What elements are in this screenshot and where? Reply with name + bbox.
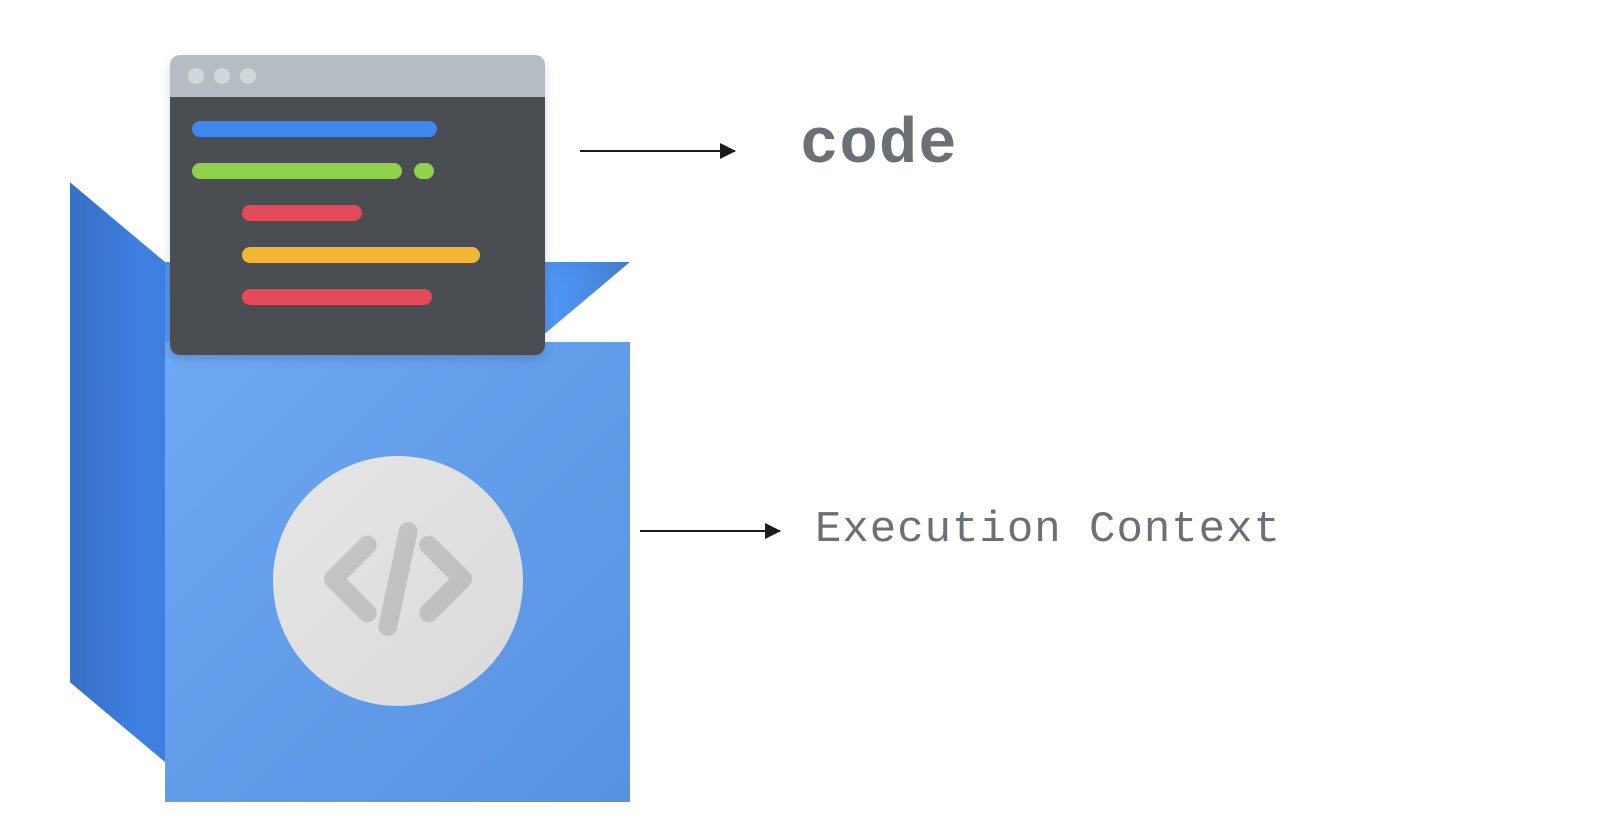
code-badge-circle	[273, 456, 523, 706]
label-execution-context: Execution Context	[815, 505, 1281, 555]
arrow-to-context-label	[640, 530, 780, 532]
traffic-light-dot	[240, 68, 256, 84]
window-titlebar	[170, 55, 545, 97]
traffic-light-dot	[214, 68, 230, 84]
box-front-face	[165, 342, 630, 802]
code-line	[192, 163, 523, 179]
arrow-to-code-label	[580, 150, 735, 152]
code-line	[242, 205, 362, 221]
code-line	[242, 247, 480, 263]
code-angle-brackets-icon	[313, 494, 483, 669]
code-window	[170, 55, 545, 355]
label-code: code	[800, 110, 958, 182]
code-line	[242, 289, 432, 305]
traffic-light-dot	[188, 68, 204, 84]
box-left-face	[70, 182, 165, 762]
diagram-stage: code Execution Context	[0, 0, 1600, 840]
code-body	[170, 97, 545, 355]
code-line	[192, 121, 437, 137]
